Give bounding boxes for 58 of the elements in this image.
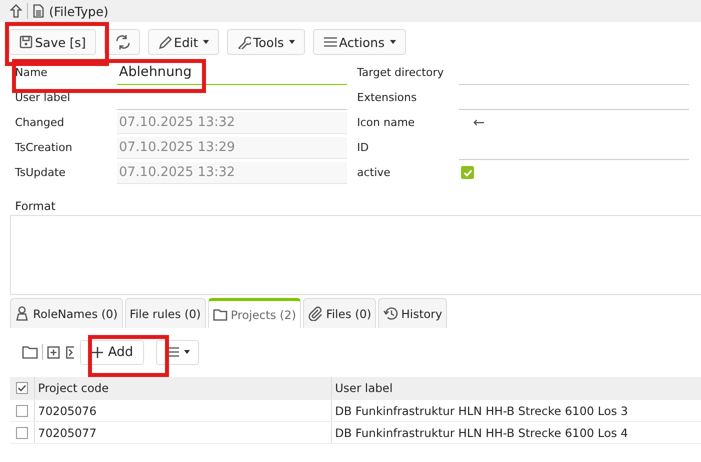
- save-button[interactable]: Save [s]: [9, 29, 96, 55]
- tools-button[interactable]: Tools: [227, 29, 305, 55]
- field-label: Icon name: [357, 116, 416, 129]
- field-label: Format: [15, 199, 56, 213]
- checkbox[interactable]: [16, 404, 28, 416]
- add-button[interactable]: Add: [80, 340, 144, 364]
- plus-icon: [91, 346, 104, 358]
- field-label: TsUpdate: [15, 166, 66, 179]
- wrench-icon: [237, 35, 252, 49]
- document-icon: [33, 4, 44, 18]
- check-icon: [462, 168, 472, 178]
- tab[interactable]: History: [378, 298, 448, 328]
- up-arrow-icon: [10, 4, 22, 18]
- pencil-icon: [158, 35, 172, 49]
- paperclip-icon: [308, 306, 324, 321]
- field-label: Target directory: [357, 66, 445, 79]
- readonly-field: 07.10.2025 13:29: [117, 136, 347, 158]
- refresh-icon: [114, 34, 130, 50]
- field-label: TsCreation: [15, 141, 74, 154]
- checkbox[interactable]: [16, 382, 28, 394]
- tab[interactable]: Projects (2): [208, 298, 302, 328]
- page-title: (FileType): [49, 4, 108, 18]
- field-label: Changed: [15, 116, 66, 129]
- table-cell: 70205077: [35, 422, 332, 443]
- column-header[interactable]: User label: [332, 377, 393, 399]
- table-cell-text: DB Funkinfrastruktur HLN HH-B Strecke 6100 Los 4: [334, 424, 628, 442]
- table-cell: 70205076: [35, 400, 332, 421]
- tab[interactable]: File rules (0): [124, 298, 206, 328]
- caret-icon: [288, 40, 295, 44]
- field-label: ID: [357, 141, 370, 154]
- folder-icon: [22, 345, 38, 359]
- tab[interactable]: RoleNames (0): [10, 298, 123, 328]
- collapse-icon: [66, 346, 74, 358]
- column-header[interactable]: Project code: [35, 377, 332, 399]
- checkbox[interactable]: [16, 426, 28, 438]
- expand-icon: [47, 346, 60, 358]
- checkbox[interactable]: [461, 166, 474, 179]
- caret-icon: [203, 40, 210, 44]
- input-field[interactable]: Ablehnung: [117, 60, 347, 84]
- folder-icon: [212, 307, 228, 322]
- field-label: active: [357, 166, 392, 179]
- check-icon: [17, 383, 27, 393]
- edit-button[interactable]: Edit: [148, 29, 220, 55]
- readonly-field: 07.10.2025 13:32: [117, 162, 347, 184]
- history-icon: [383, 306, 398, 321]
- field-label: Extensions: [357, 91, 418, 104]
- field-label: User label: [15, 91, 72, 104]
- menu-icon: [322, 35, 337, 49]
- caret-icon: [184, 350, 190, 354]
- field-value: ←: [473, 114, 485, 130]
- field-label: Name: [15, 66, 48, 79]
- person-icon: [15, 306, 30, 321]
- table-cell-text: DB Funkinfrastruktur HLN HH-B Strecke 6100 Los 3: [334, 402, 628, 420]
- readonly-field: 07.10.2025 13:32: [117, 112, 347, 134]
- caret-icon: [390, 40, 396, 44]
- tab[interactable]: Files (0): [303, 298, 376, 328]
- actions-button[interactable]: Actions: [312, 29, 406, 55]
- menu-button[interactable]: [156, 340, 200, 364]
